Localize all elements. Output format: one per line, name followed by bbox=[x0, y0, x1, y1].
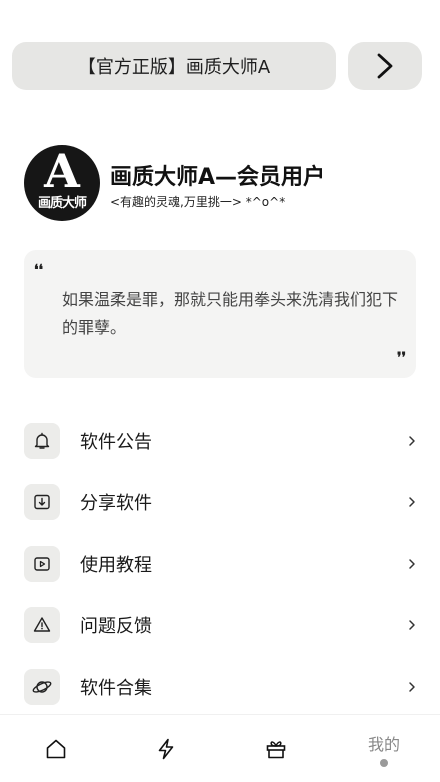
planet-icon bbox=[24, 668, 60, 705]
quote-open-icon: ❛❛ bbox=[34, 262, 44, 278]
profile-motto: <有趣的灵魂,万里挑一> *^o^* bbox=[110, 195, 286, 209]
quote-text: 如果温柔是罪，那就只能用拳头来洗清我们犯下的罪孽。 bbox=[62, 290, 399, 337]
menu-item-tutorial[interactable]: 使用教程 bbox=[24, 533, 416, 595]
menu-item-announcement[interactable]: 软件公告 bbox=[24, 410, 416, 472]
play-video-icon bbox=[24, 545, 60, 582]
home-icon bbox=[46, 739, 66, 759]
bell-icon bbox=[24, 422, 60, 459]
app-title-pill[interactable]: 【官方正版】画质大师A bbox=[12, 42, 336, 90]
chevron-right-icon bbox=[377, 53, 393, 79]
menu-item-label: 使用教程 bbox=[80, 554, 152, 576]
menu-item-share[interactable]: 分享软件 bbox=[24, 472, 416, 534]
menu-item-collection[interactable]: 软件合集 bbox=[24, 656, 416, 718]
quote-card: ❛❛ 如果温柔是罪，那就只能用拳头来洗清我们犯下的罪孽。 ❜❜ bbox=[24, 250, 416, 378]
chevron-right-icon bbox=[402, 619, 416, 631]
share-download-icon bbox=[24, 484, 60, 521]
menu-item-label: 软件公告 bbox=[80, 431, 152, 453]
gift-icon bbox=[266, 741, 286, 759]
profile-section: A 画质大师 画质大师A—会员用户 <有趣的灵魂,万里挑一> *^o^* bbox=[24, 145, 416, 223]
next-button[interactable] bbox=[348, 42, 422, 90]
avatar[interactable]: A 画质大师 bbox=[24, 145, 100, 221]
avatar-brand: 画质大师 bbox=[37, 196, 87, 211]
bottom-nav: 我的 bbox=[0, 714, 440, 782]
nav-home[interactable] bbox=[26, 715, 86, 782]
active-indicator-dot bbox=[380, 759, 388, 767]
nav-gift[interactable] bbox=[246, 715, 306, 782]
menu-item-label: 软件合集 bbox=[80, 677, 152, 699]
chevron-right-icon bbox=[402, 558, 416, 570]
menu-item-feedback[interactable]: 问题反馈 bbox=[24, 595, 416, 657]
chevron-right-icon bbox=[402, 496, 416, 508]
menu-item-label: 分享软件 bbox=[80, 493, 152, 515]
quote-close-icon: ❜❜ bbox=[396, 350, 406, 366]
menu-item-label: 问题反馈 bbox=[80, 616, 152, 638]
menu-list: 软件公告 分享软件 使用教程 问题反馈 软件合集 bbox=[24, 410, 416, 718]
top-bar: 【官方正版】画质大师A bbox=[12, 42, 422, 90]
nav-mine-label: 我的 bbox=[367, 735, 400, 754]
warning-icon bbox=[24, 607, 60, 644]
avatar-letter: A bbox=[44, 145, 80, 198]
chevron-right-icon bbox=[402, 681, 416, 693]
chevron-right-icon bbox=[402, 435, 416, 447]
nav-mine[interactable]: 我的 bbox=[354, 715, 414, 782]
nav-lightning[interactable] bbox=[136, 715, 196, 782]
profile-name: 画质大师A—会员用户 bbox=[110, 165, 326, 190]
lightning-icon bbox=[158, 738, 174, 760]
app-title: 【官方正版】画质大师A bbox=[77, 57, 271, 78]
